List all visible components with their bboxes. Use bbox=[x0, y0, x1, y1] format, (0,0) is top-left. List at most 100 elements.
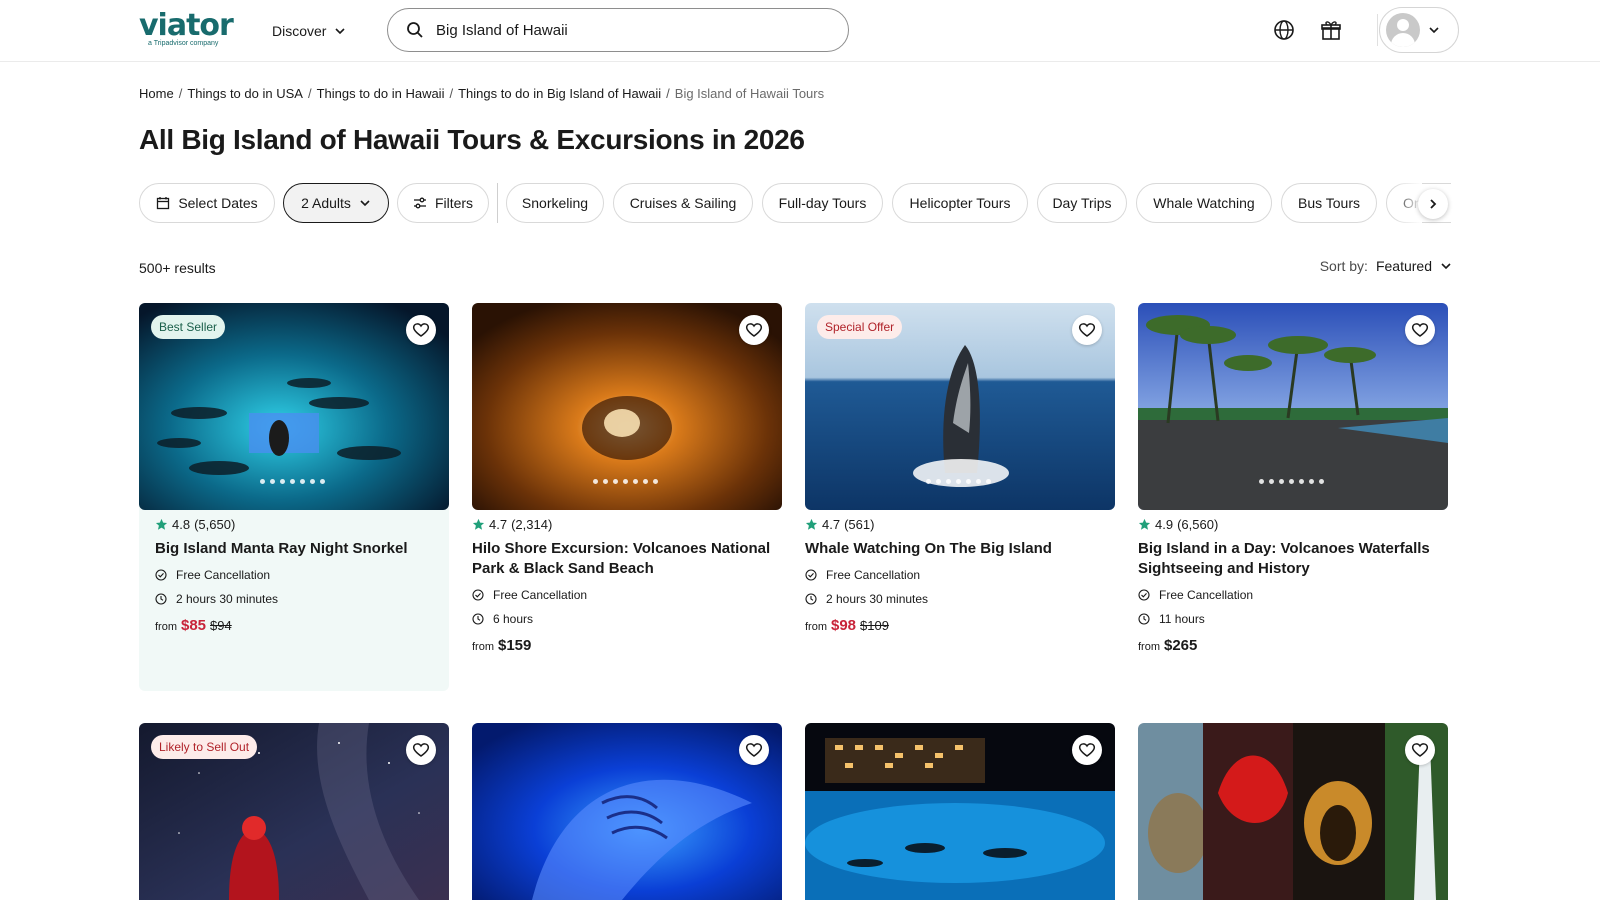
select-dates-button[interactable]: Select Dates bbox=[139, 183, 275, 223]
heart-icon bbox=[1411, 323, 1429, 337]
wishlist-button[interactable] bbox=[739, 735, 769, 765]
breadcrumb-home[interactable]: Home bbox=[139, 86, 174, 101]
filter-divider bbox=[497, 183, 498, 223]
current-price: $159 bbox=[498, 637, 532, 654]
product-card[interactable] bbox=[805, 723, 1115, 900]
star-icon bbox=[472, 518, 485, 530]
chevron-down-icon bbox=[1441, 263, 1451, 270]
wishlist-button[interactable] bbox=[1072, 315, 1102, 345]
sale-price: $98 bbox=[831, 617, 857, 634]
rating: 4.8 (5,650) bbox=[155, 517, 235, 532]
viator-logo[interactable]: viator a Tripadvisor company bbox=[139, 11, 243, 49]
check-circle-icon bbox=[1138, 589, 1150, 601]
card-image[interactable]: Special Offer bbox=[805, 303, 1115, 510]
wishlist-button[interactable] bbox=[406, 735, 436, 765]
price: from $159 bbox=[472, 637, 532, 654]
product-card[interactable]: Best Seller 4.8 (5,650) Big Island Manta… bbox=[139, 303, 449, 691]
heart-icon bbox=[745, 323, 763, 337]
category-chip-whale-watching[interactable]: Whale Watching bbox=[1136, 183, 1272, 223]
filters-button[interactable]: Filters bbox=[397, 183, 489, 223]
breadcrumb-big-island[interactable]: Things to do in Big Island of Hawaii bbox=[458, 86, 661, 101]
account-menu[interactable] bbox=[1379, 7, 1459, 53]
search-bar[interactable] bbox=[387, 8, 849, 52]
clock-icon bbox=[155, 593, 167, 605]
wishlist-button[interactable] bbox=[1405, 315, 1435, 345]
heart-icon bbox=[745, 743, 763, 757]
check-circle-icon bbox=[155, 569, 167, 581]
free-cancellation: Free Cancellation bbox=[1138, 588, 1253, 602]
rating-value: 4.7 bbox=[822, 517, 841, 532]
price: from $98 $109 bbox=[805, 617, 889, 634]
category-chip-full-day[interactable]: Full-day Tours bbox=[762, 183, 883, 223]
heart-icon bbox=[412, 323, 430, 337]
sale-price: $85 bbox=[181, 617, 207, 634]
category-chip-cruises[interactable]: Cruises & Sailing bbox=[613, 183, 753, 223]
select-dates-label: Select Dates bbox=[178, 195, 258, 211]
search-input[interactable] bbox=[436, 21, 826, 39]
duration: 6 hours bbox=[472, 612, 533, 626]
chevron-right-icon bbox=[1430, 199, 1437, 209]
category-chip-day-trips[interactable]: Day Trips bbox=[1037, 183, 1127, 223]
duration: 11 hours bbox=[1138, 612, 1205, 626]
card-title[interactable]: Hilo Shore Excursion: Volcanoes National… bbox=[472, 539, 772, 579]
card-title[interactable]: Big Island in a Day: Volcanoes Waterfall… bbox=[1138, 539, 1438, 579]
chevron-down-icon bbox=[1429, 27, 1439, 34]
wishlist-button[interactable] bbox=[739, 315, 769, 345]
card-title[interactable]: Big Island Manta Ray Night Snorkel bbox=[155, 539, 455, 559]
rating-value: 4.9 bbox=[1155, 517, 1174, 532]
travelers-dropdown[interactable]: 2 Adults bbox=[283, 183, 389, 223]
product-card[interactable] bbox=[472, 723, 782, 900]
logo-subtext: a Tripadvisor company bbox=[148, 40, 219, 47]
sort-dropdown[interactable]: Sort by: Featured bbox=[1320, 258, 1452, 274]
chevron-down-icon bbox=[360, 200, 370, 207]
rating: 4.7 (2,314) bbox=[472, 517, 552, 532]
card-image[interactable] bbox=[1138, 303, 1448, 510]
duration: 2 hours 30 minutes bbox=[805, 592, 928, 606]
logo-wordmark: viator bbox=[139, 8, 234, 43]
check-circle-icon bbox=[805, 569, 817, 581]
card-image[interactable] bbox=[472, 303, 782, 510]
heart-icon bbox=[1078, 743, 1096, 757]
heart-icon bbox=[1411, 743, 1429, 757]
product-card[interactable]: Likely to Sell Out bbox=[139, 723, 449, 900]
discover-menu[interactable]: Discover bbox=[272, 20, 346, 42]
review-count: (2,314) bbox=[511, 517, 553, 532]
card-image[interactable]: Best Seller bbox=[139, 303, 449, 510]
star-icon bbox=[1138, 518, 1151, 530]
free-cancellation: Free Cancellation bbox=[155, 568, 270, 582]
breadcrumb-current: Big Island of Hawaii Tours bbox=[674, 86, 825, 101]
image-carousel-dots bbox=[1259, 479, 1324, 484]
category-chip-helicopter[interactable]: Helicopter Tours bbox=[892, 183, 1028, 223]
category-chip-bus-tours[interactable]: Bus Tours bbox=[1281, 183, 1377, 223]
category-chip-snorkeling[interactable]: Snorkeling bbox=[506, 183, 604, 223]
clock-icon bbox=[1138, 613, 1150, 625]
breadcrumb-usa[interactable]: Things to do in USA bbox=[187, 86, 303, 101]
language-button[interactable] bbox=[1271, 17, 1297, 43]
search-icon bbox=[407, 22, 423, 38]
wishlist-button[interactable] bbox=[406, 315, 436, 345]
rating: 4.9 (6,560) bbox=[1138, 517, 1218, 532]
card-image[interactable] bbox=[805, 723, 1115, 900]
wishlist-button[interactable] bbox=[1072, 735, 1102, 765]
gift-button[interactable] bbox=[1318, 17, 1344, 43]
current-price: $265 bbox=[1164, 637, 1198, 654]
image-carousel-dots bbox=[593, 479, 658, 484]
card-title[interactable]: Whale Watching On The Big Island bbox=[805, 539, 1105, 559]
card-image[interactable] bbox=[472, 723, 782, 900]
breadcrumb-hawaii[interactable]: Things to do in Hawaii bbox=[317, 86, 445, 101]
image-carousel-dots bbox=[926, 479, 991, 484]
rating-value: 4.7 bbox=[489, 517, 508, 532]
filter-bar: Select Dates 2 Adults Filters Snorkeling… bbox=[139, 183, 1451, 223]
sort-value: Featured bbox=[1375, 258, 1432, 274]
likely-to-sell-out-badge: Likely to Sell Out bbox=[151, 735, 258, 759]
product-card[interactable] bbox=[1138, 723, 1448, 900]
sliders-icon bbox=[413, 197, 426, 209]
wishlist-button[interactable] bbox=[1405, 735, 1435, 765]
clock-icon bbox=[472, 613, 484, 625]
card-image[interactable]: Likely to Sell Out bbox=[139, 723, 449, 900]
card-image[interactable] bbox=[1138, 723, 1448, 900]
heart-icon bbox=[412, 743, 430, 757]
sort-label: Sort by: bbox=[1319, 258, 1368, 274]
filter-scroll-next[interactable] bbox=[1418, 189, 1448, 219]
top-header: viator a Tripadvisor company Discover bbox=[0, 0, 1600, 62]
